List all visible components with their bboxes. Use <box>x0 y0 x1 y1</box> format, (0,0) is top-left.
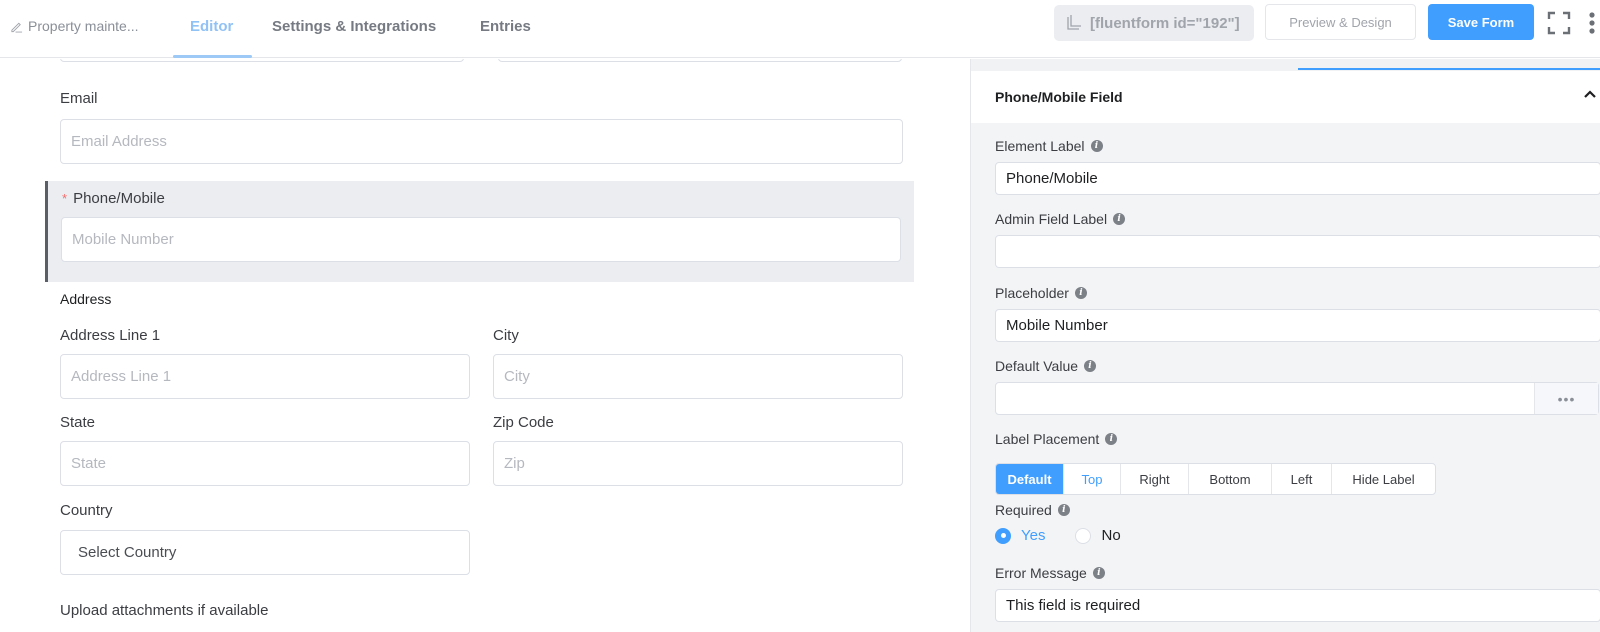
tab-settings-integrations[interactable]: Settings & Integrations <box>272 18 436 35</box>
placement-top-button[interactable]: Top <box>1064 464 1121 494</box>
field-settings-sidebar: Phone/Mobile Field Element Label i Phone… <box>970 59 1600 632</box>
required-no-radio[interactable] <box>1075 527 1092 544</box>
shortcode-text: [fluentform id="192"] <box>1090 14 1240 32</box>
top-bar: Property mainte... Editor Settings & Int… <box>0 0 1600 58</box>
chevron-up-icon[interactable] <box>1583 89 1597 99</box>
default-value-input[interactable]: ••• <box>995 382 1599 415</box>
default-value-label-text: Default Value <box>995 358 1079 374</box>
preview-design-button[interactable]: Preview & Design <box>1265 4 1416 40</box>
save-form-button[interactable]: Save Form <box>1428 4 1534 40</box>
required-yes-radio[interactable] <box>995 527 1011 544</box>
state-label: State <box>60 414 96 431</box>
error-message-label: Error Message i <box>995 565 1105 581</box>
phone-label: * Phone/Mobile <box>62 190 165 207</box>
country-label: Country <box>60 502 113 519</box>
sidebar-active-tab-indicator <box>1298 68 1600 70</box>
element-label-text: Element Label <box>995 138 1085 154</box>
info-icon[interactable]: i <box>1057 504 1070 516</box>
panel-header[interactable]: Phone/Mobile Field <box>971 71 1600 123</box>
admin-field-label-input[interactable] <box>995 235 1600 268</box>
placeholder-label-text: Placeholder <box>995 285 1069 301</box>
placement-bottom-button[interactable]: Bottom <box>1189 464 1272 494</box>
pencil-icon <box>11 22 23 33</box>
required-no-label[interactable]: No <box>1101 527 1120 544</box>
name-input-partial[interactable] <box>60 59 464 62</box>
smart-codes-button[interactable]: ••• <box>1534 383 1598 414</box>
required-label: Required i <box>995 502 1070 518</box>
default-value-label: Default Value i <box>995 358 1097 374</box>
email-input[interactable]: Email Address <box>60 119 903 164</box>
required-yes-label[interactable]: Yes <box>1021 527 1045 544</box>
info-icon[interactable]: i <box>1074 287 1087 299</box>
name-input-partial-2[interactable] <box>498 59 902 62</box>
info-icon[interactable]: i <box>1105 433 1118 445</box>
required-asterisk: * <box>62 191 68 206</box>
address-line1-label: Address Line 1 <box>60 327 161 344</box>
address-line1-input[interactable]: Address Line 1 <box>60 354 470 399</box>
required-radio-group: Yes No <box>995 527 1151 544</box>
info-icon[interactable]: i <box>1084 360 1097 372</box>
placement-right-button[interactable]: Right <box>1121 464 1189 494</box>
info-icon[interactable]: i <box>1090 140 1103 152</box>
placement-left-button[interactable]: Left <box>1272 464 1332 494</box>
copy-icon <box>1067 15 1081 30</box>
zip-input[interactable]: Zip <box>493 441 903 486</box>
tab-entries[interactable]: Entries <box>480 18 531 35</box>
state-input[interactable]: State <box>60 441 470 486</box>
panel-title: Phone/Mobile Field <box>995 89 1123 105</box>
placement-default-button[interactable]: Default <box>996 464 1064 494</box>
element-label-input[interactable]: Phone/Mobile <box>995 162 1600 195</box>
address-section-label: Address <box>60 291 112 307</box>
city-input[interactable]: City <box>493 354 903 399</box>
ellipsis-icon: ••• <box>1557 390 1576 407</box>
error-message-text: Error Message <box>995 565 1087 581</box>
phone-label-text: Phone/Mobile <box>73 190 165 207</box>
element-label-label: Element Label i <box>995 138 1103 154</box>
zip-label: Zip Code <box>493 414 554 431</box>
label-placement-text: Label Placement <box>995 431 1100 447</box>
placement-hide-label-button[interactable]: Hide Label <box>1332 464 1435 494</box>
form-editor-canvas: Email Email Address * Phone/Mobile Mobile… <box>0 59 970 632</box>
required-label-text: Required <box>995 502 1052 518</box>
label-placement-label: Label Placement i <box>995 431 1118 447</box>
phone-input[interactable]: Mobile Number <box>61 217 901 262</box>
admin-field-label-text: Admin Field Label <box>995 211 1108 227</box>
shortcode-copy-button[interactable]: [fluentform id="192"] <box>1054 5 1254 41</box>
placeholder-input[interactable]: Mobile Number <box>995 309 1600 342</box>
email-label: Email <box>60 90 98 107</box>
admin-field-label-label: Admin Field Label i <box>995 211 1126 227</box>
city-label: City <box>493 327 519 344</box>
form-title-text: Property mainte... <box>28 18 139 34</box>
info-icon[interactable]: i <box>1113 213 1126 225</box>
info-icon[interactable]: i <box>1092 567 1105 579</box>
more-options-icon[interactable] <box>1588 11 1596 35</box>
upload-label: Upload attachments if available <box>60 602 269 619</box>
error-message-input[interactable]: This field is required <box>995 589 1600 622</box>
label-placement-group: Default Top Right Bottom Left Hide Label <box>995 463 1436 495</box>
country-select[interactable]: Select Country <box>60 530 470 575</box>
form-title[interactable]: Property mainte... <box>10 18 139 34</box>
tab-editor[interactable]: Editor <box>190 18 233 35</box>
fullscreen-icon[interactable] <box>1547 11 1571 35</box>
placeholder-label: Placeholder i <box>995 285 1087 301</box>
active-tab-indicator <box>173 55 252 58</box>
